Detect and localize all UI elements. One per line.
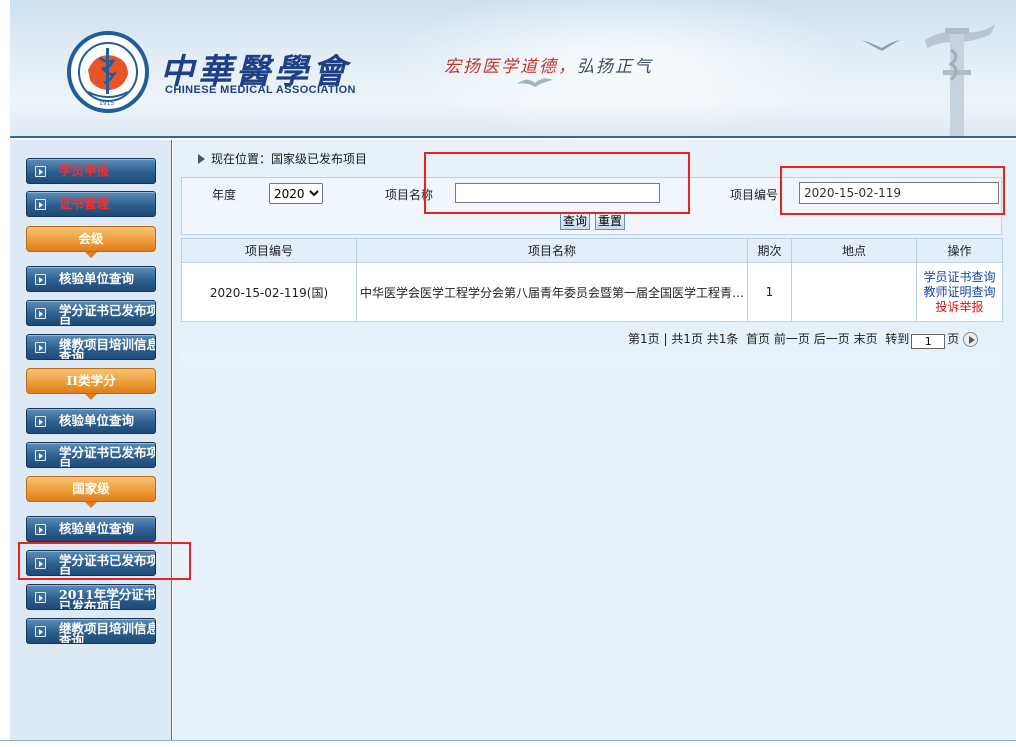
triangle-right-icon (198, 154, 205, 164)
page-suffix: 页 (947, 332, 960, 346)
pagination: 第1页 | 共1页 共1条 首页 前一页 后一页 末页 转到 页 (628, 330, 979, 349)
table-header-row: 项目编号 项目名称 期次 地点 操作 (181, 238, 1003, 263)
sidebar-item-verify-unit-query[interactable]: 核验单位查询 (26, 516, 156, 542)
breadcrumb-text: 现在位置：国家级已发布项目 (211, 152, 368, 166)
prev-page-link[interactable]: 前一页 (774, 332, 810, 346)
pagination-info: 第1页 | 共1页 共1条 (628, 332, 739, 346)
sidebar-item-label: 学员申报 (59, 163, 110, 178)
sidebar-item-student-apply[interactable]: 学员申报 (26, 158, 156, 184)
reset-button[interactable]: 重置 (595, 213, 626, 230)
sidebar-item-label: 证书管理 (59, 196, 110, 211)
goto-label: 转到 (885, 332, 910, 346)
sidebar-category-national[interactable]: 国家级 (26, 476, 156, 508)
results-footer-band (181, 352, 1002, 366)
huabiao-pillar-decoration (925, 24, 995, 136)
slogan-part1: 宏扬医学道德， (444, 57, 577, 77)
sidebar-item-label: 学分证书已发布项目 (59, 303, 156, 326)
sidebar-item-training-info-query[interactable]: 继教项目培训信息查询 (26, 618, 156, 644)
bird-icon (517, 78, 553, 87)
sidebar-item-label: 继教项目培训信息查询 (59, 337, 156, 360)
cell-session: 1 (747, 262, 792, 322)
page-number-input[interactable] (911, 334, 946, 349)
project-name-label: 项目名称 (385, 188, 434, 202)
col-header-name: 项目名称 (356, 238, 748, 263)
arrow-right-icon (35, 166, 46, 177)
cell-project-code: 2020-15-02-119(国) (181, 262, 357, 322)
arrow-right-icon (35, 416, 46, 427)
arrow-right-icon (35, 558, 46, 569)
cell-actions: 学员证书查询 教师证明查询 投诉举报 (916, 262, 1003, 322)
main-content: 现在位置：国家级已发布项目 年度 2020 项目名称 项目编号 查询 重置 项目… (173, 140, 1016, 740)
sidebar-item-label: 核验单位查询 (59, 413, 135, 428)
sidebar-item-label: 学分证书已发布项目 (59, 445, 156, 468)
sidebar-item-published-projects-national[interactable]: 学分证书已发布项目 (26, 550, 156, 576)
sidebar-item-published-projects[interactable]: 学分证书已发布项目 (26, 300, 156, 326)
sidebar-nav: 学员申报 证书管理 会级 核验单位查询 学分证书已发布项目 继教项目培训信息查询… (10, 140, 172, 740)
go-arrow-icon[interactable] (963, 332, 979, 347)
project-code-label: 项目编号 (730, 188, 779, 202)
sidebar-item-label: 核验单位查询 (59, 271, 135, 286)
col-header-code: 项目编号 (181, 238, 357, 263)
sidebar-item-verify-unit-query[interactable]: 核验单位查询 (26, 266, 156, 292)
footer-line (0, 740, 1016, 747)
arrow-right-icon (35, 199, 46, 210)
search-panel: 年度 2020 项目名称 项目编号 查询 重置 (181, 177, 1002, 235)
emblem-year: 1915 (99, 100, 115, 107)
sidebar-item-2011-published-projects[interactable]: 2011年学分证书已发布项目 (26, 584, 156, 610)
project-code-input[interactable] (799, 182, 999, 204)
student-certificate-query-link[interactable]: 学员证书查询 (917, 270, 1002, 285)
complaint-report-link[interactable]: 投诉举报 (917, 300, 1002, 315)
sidebar-item-published-projects[interactable]: 学分证书已发布项目 (26, 442, 156, 468)
sidebar-item-certificate-management[interactable]: 证书管理 (26, 191, 156, 217)
sidebar-item-verify-unit-query[interactable]: 核验单位查询 (26, 408, 156, 434)
cell-project-name: 中华医学会医学工程学分会第八届青年委员会暨第一届全国医学工程青年论坛 (356, 262, 748, 322)
slogan-part2: 弘扬正气 (577, 57, 653, 77)
col-header-session: 期次 (747, 238, 792, 263)
cell-location (791, 262, 917, 322)
sidebar-item-label: 继教项目培训信息查询 (59, 621, 156, 644)
sidebar-item-label: 2011年学分证书已发布项目 (59, 587, 156, 610)
first-page-link[interactable]: 首页 (746, 332, 770, 346)
logo-english-title: CHINESE MEDICAL ASSOCIATION (165, 84, 356, 96)
sidebar-category-association[interactable]: 会级 (26, 226, 156, 258)
sidebar-item-training-info-query[interactable]: 继教项目培训信息查询 (26, 334, 156, 360)
site-header: 1915 中華醫學會 CHINESE MEDICAL ASSOCIATION 宏… (10, 0, 1016, 138)
results-table: 项目编号 项目名称 期次 地点 操作 2020-15-02-119(国) 中华医… (181, 238, 1003, 322)
teacher-proof-query-link[interactable]: 教师证明查询 (917, 285, 1002, 300)
arrow-right-icon (35, 524, 46, 535)
table-row: 2020-15-02-119(国) 中华医学会医学工程学分会第八届青年委员会暨第… (181, 262, 1003, 322)
col-header-actions: 操作 (916, 238, 1003, 263)
col-header-location: 地点 (791, 238, 917, 263)
arrow-right-icon (35, 592, 46, 603)
breadcrumb: 现在位置：国家级已发布项目 (198, 150, 367, 167)
query-button[interactable]: 查询 (560, 213, 591, 230)
arrow-right-icon (35, 450, 46, 461)
year-select[interactable]: 2020 (269, 183, 323, 204)
bird-icon (862, 40, 900, 51)
arrow-right-icon (35, 342, 46, 353)
next-page-link[interactable]: 后一页 (814, 332, 850, 346)
arrow-right-icon (35, 626, 46, 637)
last-page-link[interactable]: 末页 (854, 332, 878, 346)
arrow-right-icon (35, 274, 46, 285)
arrow-right-icon (35, 308, 46, 319)
sidebar-category-class-ii[interactable]: II类学分 (26, 368, 156, 400)
project-name-input[interactable] (455, 183, 660, 203)
sidebar-item-label: 核验单位查询 (59, 521, 135, 536)
year-label: 年度 (212, 188, 237, 202)
sidebar-item-label: 学分证书已发布项目 (59, 553, 156, 576)
